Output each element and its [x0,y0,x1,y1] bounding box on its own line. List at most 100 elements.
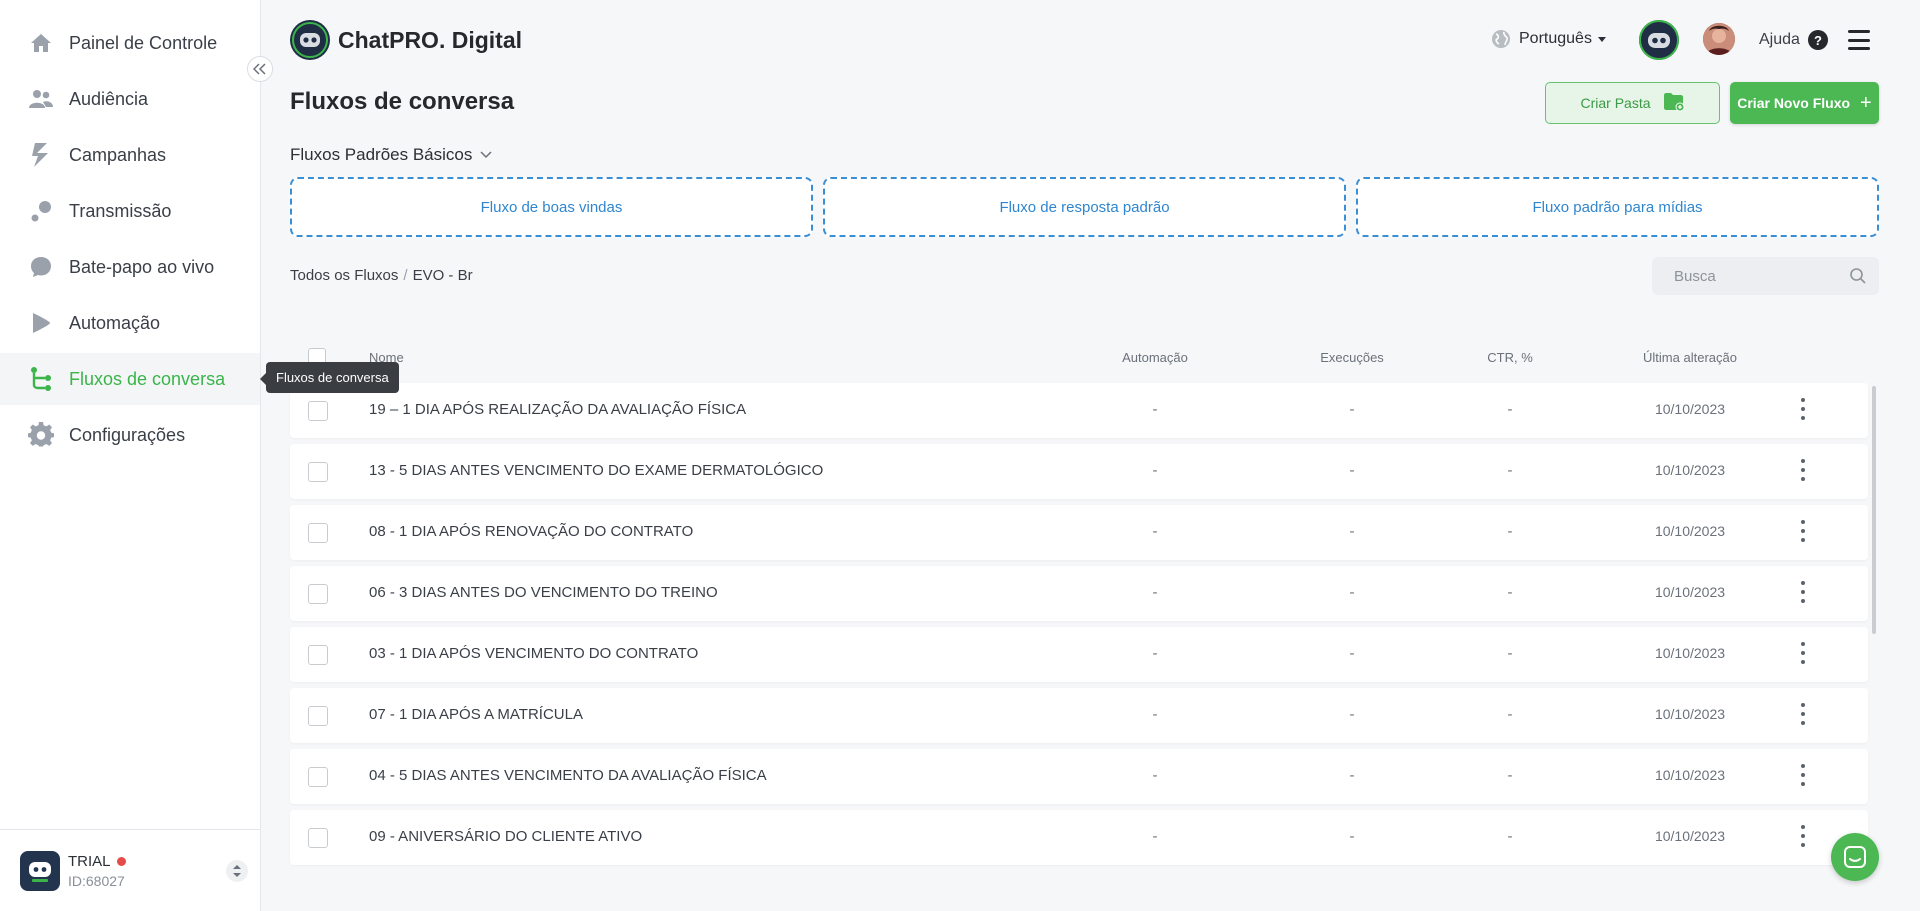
help-link[interactable]: Ajuda ? [1759,30,1828,50]
users-icon [28,86,54,112]
bot-avatar-icon[interactable] [1639,20,1679,60]
user-avatar[interactable] [1703,23,1735,55]
flow-executions: - [1349,767,1355,784]
default-flow-welcome[interactable]: Fluxo de boas vindas [290,177,813,237]
sidebar-item-automacao[interactable]: Automação [0,297,260,349]
account-switcher[interactable]: TRIAL ID:68027 [0,829,260,911]
caret-down-icon [1597,36,1606,42]
more-vertical-icon[interactable] [1797,520,1809,542]
sidebar-item-configuracoes[interactable]: Configurações [0,409,260,461]
sidebar: Painel de Controle Audiência Campanhas T… [0,0,261,911]
flow-ctr: - [1507,584,1513,601]
collapse-sidebar-button[interactable] [247,56,273,82]
chat-widget-icon [1844,846,1866,868]
home-icon [28,30,54,56]
sidebar-item-transmissao[interactable]: Transmissão [0,185,260,237]
flow-ctr: - [1507,828,1513,845]
default-flow-reply[interactable]: Fluxo de resposta padrão [823,177,1346,237]
create-flow-label: Criar Novo Fluxo [1737,95,1851,111]
search-input[interactable] [1674,267,1834,285]
sidebar-item-label: Bate-papo ao vivo [69,256,215,277]
flow-icon [28,366,54,392]
table-row[interactable]: 07 - 1 DIA APÓS A MATRÍCULA - - - 10/10/… [290,688,1868,743]
table-row[interactable]: 19 – 1 DIA APÓS REALIZAÇÃO DA AVALIAÇÃO … [290,383,1868,438]
table-scrollbar[interactable] [1872,386,1876,634]
row-checkbox[interactable] [308,767,328,787]
column-ctr[interactable]: CTR, % [1440,350,1580,365]
sidebar-item-bate-papo[interactable]: Bate-papo ao vivo [0,241,260,293]
row-checkbox[interactable] [308,706,328,726]
more-vertical-icon[interactable] [1797,581,1809,603]
double-chevron-left-icon [253,63,266,75]
sidebar-item-label: Painel de Controle [69,32,218,53]
flow-ctr: - [1507,645,1513,662]
more-vertical-icon[interactable] [1797,825,1809,847]
flow-name[interactable]: 08 - 1 DIA APÓS RENOVAÇÃO DO CONTRATO [369,523,693,540]
brand-logo-icon [290,20,330,60]
create-new-flow-button[interactable]: Criar Novo Fluxo + [1730,82,1879,124]
flow-name[interactable]: 03 - 1 DIA APÓS VENCIMENTO DO CONTRATO [369,645,698,662]
more-vertical-icon[interactable] [1797,642,1809,664]
row-checkbox[interactable] [308,645,328,665]
flow-name[interactable]: 13 - 5 DIAS ANTES VENCIMENTO DO EXAME DE… [369,462,823,479]
sidebar-item-painel[interactable]: Painel de Controle [0,17,260,69]
plus-icon: + [1860,91,1872,114]
chevron-up-down-icon[interactable] [226,860,248,882]
row-checkbox[interactable] [308,401,328,421]
default-flow-label: Fluxo de resposta padrão [999,198,1170,216]
sidebar-item-audiencia[interactable]: Audiência [0,73,260,125]
sidebar-item-fluxos[interactable]: Fluxos de conversa [0,353,260,405]
table-row[interactable]: 06 - 3 DIAS ANTES DO VENCIMENTO DO TREIN… [290,566,1868,621]
language-label: Português [1519,30,1592,47]
flow-executions: - [1349,645,1355,662]
more-vertical-icon[interactable] [1797,459,1809,481]
more-vertical-icon[interactable] [1797,703,1809,725]
row-checkbox[interactable] [308,584,328,604]
breadcrumb-root[interactable]: Todos os Fluxos [290,267,398,284]
row-checkbox[interactable] [308,828,328,848]
default-flow-media[interactable]: Fluxo padrão para mídias [1356,177,1879,237]
flow-updated: 10/10/2023 [1654,767,1726,783]
help-icon: ? [1807,30,1828,50]
row-checkbox[interactable] [308,462,328,482]
more-vertical-icon[interactable] [1797,398,1809,420]
language-selector[interactable]: Português [1491,29,1606,49]
hamburger-menu-icon[interactable] [1848,30,1870,50]
search-icon [1850,268,1866,284]
column-executions[interactable]: Execuções [1282,350,1422,365]
column-automation[interactable]: Automação [1085,350,1225,365]
table-row[interactable]: 08 - 1 DIA APÓS RENOVAÇÃO DO CONTRATO - … [290,505,1868,560]
flow-updated: 10/10/2023 [1654,828,1726,844]
table-row[interactable]: 13 - 5 DIAS ANTES VENCIMENTO DO EXAME DE… [290,444,1868,499]
page-title: Fluxos de conversa [290,88,515,115]
table-row[interactable]: 04 - 5 DIAS ANTES VENCIMENTO DA AVALIAÇÃ… [290,749,1868,804]
sidebar-item-campanhas[interactable]: Campanhas [0,129,260,181]
flow-name[interactable]: 06 - 3 DIAS ANTES DO VENCIMENTO DO TREIN… [369,584,718,601]
flow-automation: - [1152,645,1158,662]
column-last-updated[interactable]: Última alteração [1600,350,1780,365]
flow-ctr: - [1507,523,1513,540]
breadcrumb-current: EVO - Br [412,267,473,284]
flow-ctr: - [1507,706,1513,723]
sidebar-item-label: Fluxos de conversa [69,368,226,389]
flow-name[interactable]: 07 - 1 DIA APÓS A MATRÍCULA [369,706,583,723]
flow-name[interactable]: 19 – 1 DIA APÓS REALIZAÇÃO DA AVALIAÇÃO … [369,401,746,418]
table-row[interactable]: 09 - ANIVERSÁRIO DO CLIENTE ATIVO - - - … [290,810,1868,865]
table-row[interactable]: 03 - 1 DIA APÓS VENCIMENTO DO CONTRATO -… [290,627,1868,682]
flow-name[interactable]: 04 - 5 DIAS ANTES VENCIMENTO DA AVALIAÇÃ… [369,767,767,784]
row-checkbox[interactable] [308,523,328,543]
flow-name[interactable]: 09 - ANIVERSÁRIO DO CLIENTE ATIVO [369,828,642,845]
sidebar-item-label: Transmissão [69,200,172,221]
flow-updated: 10/10/2023 [1654,706,1726,722]
support-chat-button[interactable] [1831,833,1879,881]
broadcast-icon [28,198,54,224]
flow-automation: - [1152,584,1158,601]
folder-plus-icon [1663,92,1685,115]
default-flows-title: Fluxos Padrões Básicos [290,145,473,164]
create-folder-button[interactable]: Criar Pasta [1545,82,1720,124]
default-flows-toggle[interactable]: Fluxos Padrões Básicos [290,145,492,165]
more-vertical-icon[interactable] [1797,764,1809,786]
globe-icon [1492,30,1510,48]
brand[interactable]: ChatPRO. Digital [290,20,522,60]
flow-automation: - [1152,462,1158,479]
